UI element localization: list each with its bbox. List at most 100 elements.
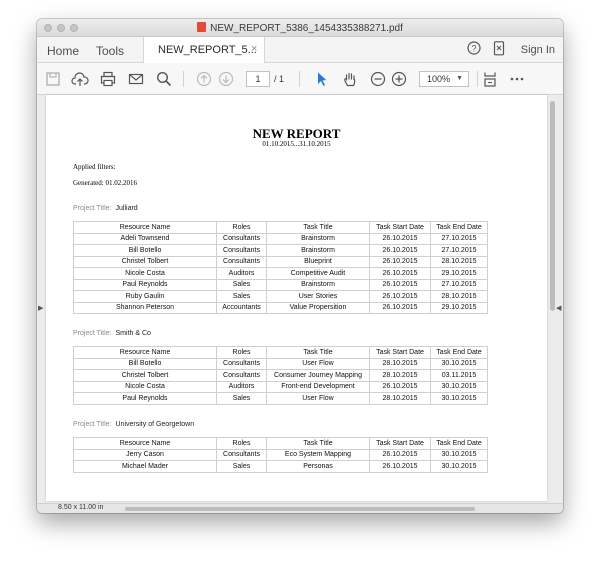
table-row: Christel Tolbert Consultants Blueprint 26.1…: [73, 255, 488, 268]
print-icon[interactable]: [99, 70, 117, 88]
tab-document[interactable]: NEW_REPORT_5... ×: [143, 37, 265, 63]
next-page-icon[interactable]: [217, 70, 235, 88]
table-cell: 28.10.2015: [369, 357, 431, 370]
column-header: Resource Name: [73, 437, 217, 450]
sign-in-link[interactable]: Sign In: [521, 44, 555, 56]
table-cell: 28.10.2015: [369, 392, 431, 405]
table-cell: Consultants: [216, 244, 267, 257]
zoom-in-icon[interactable]: [390, 70, 408, 88]
left-panel-toggle-icon[interactable]: ▶: [38, 304, 43, 312]
table-cell: Competitive Audit: [266, 267, 370, 280]
help-icon[interactable]: ?: [467, 41, 481, 60]
project-table: Resource Name Roles Task Title Task Start D…: [73, 437, 488, 473]
table-cell: Consultants: [216, 255, 267, 268]
hand-icon[interactable]: [341, 70, 359, 88]
fit-page-icon[interactable]: [481, 70, 499, 88]
page-number-input[interactable]: 1: [246, 71, 270, 87]
table-cell: 29.10.2015: [430, 267, 488, 280]
table-row: Ruby Gaulin Sales User Stories 26.10.2015 28…: [73, 290, 488, 303]
table-cell: Brainstorm: [266, 232, 370, 245]
column-header: Roles: [216, 221, 267, 234]
project-heading: Project Title: Julliard: [73, 205, 138, 212]
zoom-select[interactable]: 100% ▼: [419, 71, 469, 87]
search-icon[interactable]: [155, 70, 173, 88]
table-cell: 26.10.2015: [369, 244, 431, 257]
table-cell: 27.10.2015: [430, 232, 488, 245]
mobile-icon[interactable]: [493, 41, 505, 61]
email-icon[interactable]: [127, 70, 145, 88]
column-header: Task Start Date: [369, 221, 431, 234]
table-cell: Nicole Costa: [73, 267, 217, 280]
applied-filters: Applied filters:: [73, 163, 116, 171]
project-table: Resource Name Roles Task Title Task Start D…: [73, 221, 488, 314]
table-cell: Paul Reynolds: [73, 392, 217, 405]
table-cell: 26.10.2015: [369, 301, 431, 314]
column-header: Roles: [216, 437, 267, 450]
column-header: Task End Date: [430, 437, 488, 450]
table-cell: Eco System Mapping: [266, 448, 370, 461]
report-date-range: 01.10.2015...31.10.2015: [262, 140, 331, 148]
column-header: Task End Date: [430, 221, 488, 234]
pdf-page: NEW REPORT 01.10.2015...31.10.2015 Appli…: [46, 95, 547, 501]
table-header-row: Resource Name Roles Task Title Task Start D…: [73, 221, 488, 234]
table-cell: 27.10.2015: [430, 278, 488, 291]
upload-icon[interactable]: [71, 70, 89, 88]
table-cell: 28.10.2015: [430, 255, 488, 268]
column-header: Resource Name: [73, 346, 217, 359]
table-cell: Ruby Gaulin: [73, 290, 217, 303]
svg-text:?: ?: [471, 44, 476, 54]
table-cell: Front-end Development: [266, 380, 370, 393]
table-cell: 03.11.2015: [430, 369, 488, 382]
table-cell: Consultants: [216, 448, 267, 461]
column-header: Roles: [216, 346, 267, 359]
app-window: NEW_REPORT_5386_1454335388271.pdf Home T…: [37, 19, 563, 513]
nav-home[interactable]: Home: [47, 44, 79, 58]
title-bar: NEW_REPORT_5386_1454335388271.pdf: [37, 19, 563, 37]
table-row: Paul Reynolds Sales User Flow 28.10.2015 30.…: [73, 392, 488, 405]
vertical-scrollbar[interactable]: [550, 101, 555, 311]
table-row: Nicole Costa Auditors Front-end Developmen…: [73, 380, 488, 393]
column-header: Resource Name: [73, 221, 217, 234]
table-cell: Personas: [266, 460, 370, 473]
prev-page-icon[interactable]: [195, 70, 213, 88]
table-cell: 26.10.2015: [369, 267, 431, 280]
more-icon[interactable]: [508, 70, 526, 88]
nav-tools[interactable]: Tools: [96, 44, 124, 58]
table-row: Paul Reynolds Sales Brainstorm 26.10.2015 27…: [73, 278, 488, 291]
table-row: Christel Tolbert Consultants Consumer Jour…: [73, 369, 488, 382]
table-cell: Paul Reynolds: [73, 278, 217, 291]
window-title-wrap: NEW_REPORT_5386_1454335388271.pdf: [37, 22, 563, 34]
table-cell: User Flow: [266, 392, 370, 405]
table-cell: 26.10.2015: [369, 255, 431, 268]
table-cell: 29.10.2015: [430, 301, 488, 314]
toolbar-separator: [477, 71, 478, 87]
right-panel-toggle-icon[interactable]: ◀: [556, 304, 561, 312]
table-cell: Sales: [216, 278, 267, 291]
table-cell: 30.10.2015: [430, 380, 488, 393]
page-total: / 1: [274, 74, 285, 84]
toolbar-separator: [299, 71, 300, 87]
table-cell: 26.10.2015: [369, 278, 431, 291]
table-cell: Brainstorm: [266, 244, 370, 257]
horizontal-scrollbar[interactable]: [125, 507, 475, 511]
project-heading: Project Title: University of Georgetown: [73, 421, 194, 428]
column-header: Task Title: [266, 437, 370, 450]
table-cell: 26.10.2015: [369, 448, 431, 461]
doc-tab-close-button[interactable]: ×: [251, 43, 257, 55]
column-header: Task Start Date: [369, 346, 431, 359]
column-header: Task Title: [266, 221, 370, 234]
save-icon[interactable]: [44, 70, 62, 88]
project-title-label: Project Title:: [73, 421, 112, 428]
zoom-out-icon[interactable]: [369, 70, 387, 88]
project-title-label: Project Title:: [73, 330, 112, 337]
select-cursor-icon[interactable]: [313, 70, 331, 88]
table-row: Nicole Costa Auditors Competitive Audit 26.…: [73, 267, 488, 280]
project-heading: Project Title: Smith & Co: [73, 330, 151, 337]
table-cell: 30.10.2015: [430, 357, 488, 370]
table-cell: 28.10.2015: [369, 369, 431, 382]
table-cell: 26.10.2015: [369, 290, 431, 303]
table-cell: Nicole Costa: [73, 380, 217, 393]
table-cell: Bill Botello: [73, 244, 217, 257]
table-cell: Blueprint: [266, 255, 370, 268]
document-viewport[interactable]: ▶ ◀ NEW REPORT 01.10.2015...31.10.2015 A…: [37, 95, 563, 503]
